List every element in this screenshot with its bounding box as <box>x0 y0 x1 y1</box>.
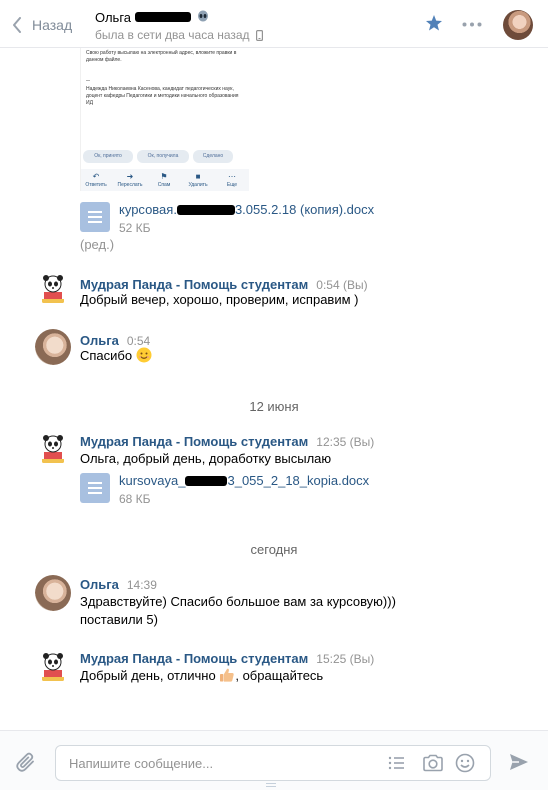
chevron-left-icon <box>13 17 21 33</box>
edited-mark: (ред.) <box>80 237 115 252</box>
contact-avatar[interactable] <box>503 10 533 40</box>
phone-icon <box>255 29 263 41</box>
preview-chip: Ок, принято <box>83 150 133 163</box>
preview-delete-action: ■ Удалить <box>188 172 208 188</box>
more-dots-icon[interactable] <box>462 22 482 27</box>
author-name[interactable]: Ольга <box>80 577 119 592</box>
star-icon[interactable] <box>425 14 443 32</box>
panda-avatar[interactable] <box>35 270 71 306</box>
preview-top-text: Свою работу высылаю на электронный адрес… <box>86 50 237 63</box>
message-text: Здравствуйте) Спасибо большое вам за кур… <box>80 593 396 629</box>
message-time[interactable]: 14:39 <box>127 578 157 592</box>
doc-name[interactable]: курсовая. 3.055.2.18 (копия).docx <box>119 202 374 218</box>
message-text: Добрый вечер, хорошо, проверим, исправим… <box>80 292 359 307</box>
message-time[interactable]: 12:35 (Вы) <box>316 435 374 449</box>
send-arrow-icon[interactable] <box>508 751 530 773</box>
email-screenshot-image[interactable]: Свою работу высылаю на электронный адрес… <box>80 48 249 191</box>
preview-forward-action: ➜ Переслать <box>117 172 143 188</box>
message-text: Ольга, добрый день, доработку высылаю <box>80 451 332 466</box>
thumbs-up-emoji-icon <box>220 668 235 682</box>
message-text: Спасибо <box>80 347 152 365</box>
author-name[interactable]: Мудрая Панда - Помощь студентам <box>80 651 308 666</box>
message-header: Мудрая Панда - Помощь студентам 0:54 (Вы… <box>80 277 368 292</box>
message-time[interactable]: 0:54 (Вы) <box>316 278 367 292</box>
message-header: Ольга 0:54 <box>80 333 150 348</box>
olga-avatar[interactable] <box>35 575 71 611</box>
camera-icon[interactable] <box>422 753 444 773</box>
online-status: была в сети два часа назад <box>95 28 250 42</box>
preview-reply-action: ↶ Ответить <box>85 172 107 188</box>
contact-name: Ольга <box>95 9 132 25</box>
document-icon <box>80 473 110 503</box>
back-button[interactable]: Назад <box>12 15 72 35</box>
message-time[interactable]: 0:54 <box>127 334 150 348</box>
preview-spam-action: ⚑ Спам <box>157 172 171 188</box>
message-input-placeholder: Напишите сообщение... <box>69 756 214 771</box>
list-icon[interactable] <box>387 753 407 773</box>
olga-avatar[interactable] <box>35 329 71 365</box>
back-label: Назад <box>32 17 73 33</box>
message-line: поставили 5) <box>80 612 158 627</box>
message-text: Добрый день, отлично , обращайтесь <box>80 668 324 683</box>
message-header: Ольга 14:39 <box>80 577 157 592</box>
doc-size: 68 КБ <box>119 492 151 506</box>
message-time[interactable]: 15:25 (Вы) <box>316 652 374 666</box>
message-header: Мудрая Панда - Помощь студентам 15:25 (В… <box>80 651 374 666</box>
doc-attachment[interactable]: kursovaya_ 3_055_2_18_kopia.docx 68 КБ <box>80 473 369 507</box>
panda-avatar[interactable] <box>35 648 71 684</box>
smiley-icon[interactable] <box>455 753 475 773</box>
contact-title[interactable]: Ольга была в сети два часа назад <box>95 8 263 42</box>
author-name[interactable]: Ольга <box>80 333 119 348</box>
doc-name[interactable]: kursovaya_ 3_055_2_18_kopia.docx <box>119 473 369 489</box>
preview-signature: Надежда Николаевна Касенова, кандидат пе… <box>86 86 239 106</box>
doc-attachment[interactable]: курсовая. 3.055.2.18 (копия).docx 52 КБ <box>80 202 374 236</box>
message-header: Мудрая Панда - Помощь студентам 12:35 (В… <box>80 434 374 449</box>
paperclip-icon[interactable] <box>14 750 38 774</box>
preview-signature-dash: -- <box>86 78 90 84</box>
message-line: Здравствуйте) Спасибо большое вам за кур… <box>80 594 396 609</box>
redaction-mark <box>176 205 235 215</box>
resize-handle[interactable] <box>266 783 276 789</box>
redaction-mark <box>135 12 192 22</box>
panda-avatar[interactable] <box>35 430 71 466</box>
redaction-mark <box>185 476 228 486</box>
date-separator: сегодня <box>250 542 298 557</box>
message-feed: Свою работу высылаю на электронный адрес… <box>0 48 548 730</box>
preview-action-bar: ↶ Ответить ➜ Переслать ⚑ Спам ■ Удалить ⋯ Еще <box>81 169 249 191</box>
date-separator: 12 июня <box>249 399 299 414</box>
message-composer: Напишите сообщение... <box>0 730 548 790</box>
chat-header: Назад Ольга была в сети два часа назад <box>0 0 548 48</box>
doc-size: 52 КБ <box>119 221 151 235</box>
preview-chip: Ок, получила <box>137 150 189 163</box>
document-icon <box>80 202 110 232</box>
preview-chip: Сделано <box>193 150 233 163</box>
smiling-emoji-icon <box>136 347 152 363</box>
preview-more-action: ⋯ Еще <box>226 172 238 188</box>
author-name[interactable]: Мудрая Панда - Помощь студентам <box>80 434 308 449</box>
author-name[interactable]: Мудрая Панда - Помощь студентам <box>80 277 308 292</box>
alien-emoji-icon <box>197 10 209 25</box>
message-input[interactable]: Напишите сообщение... <box>55 745 491 781</box>
